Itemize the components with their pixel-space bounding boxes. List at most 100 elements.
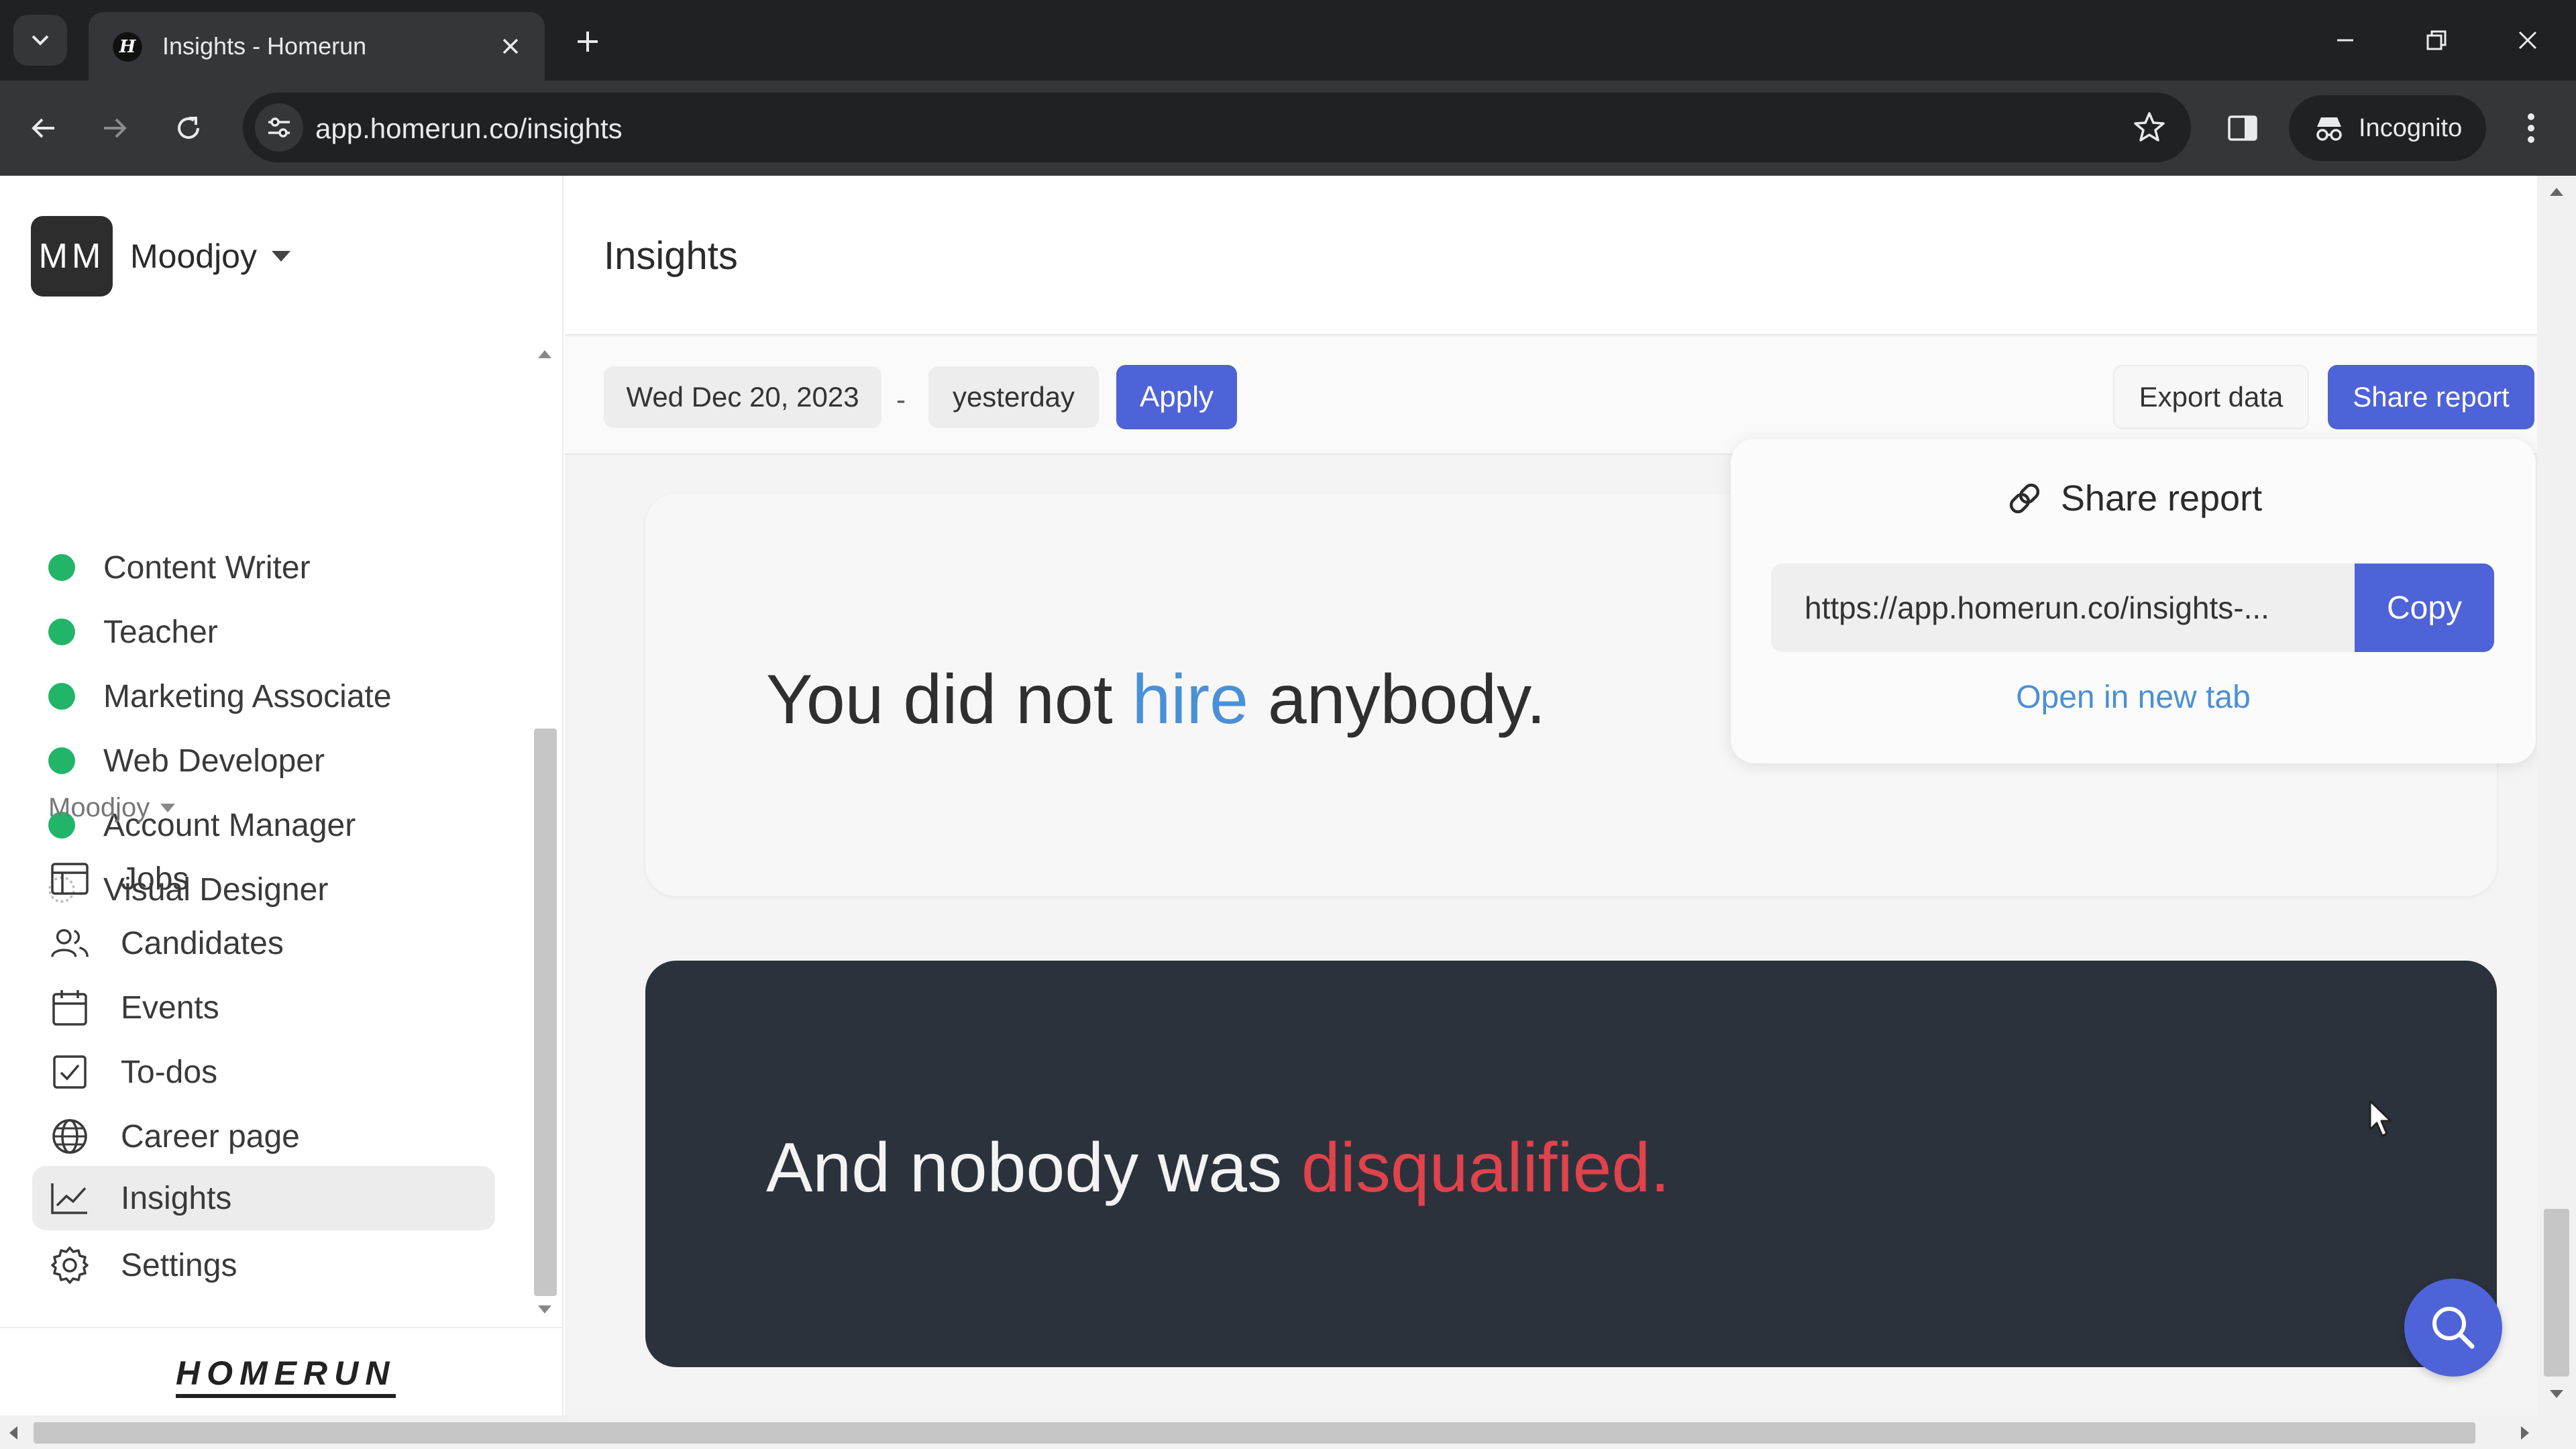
side-panel-button[interactable]: [2220, 106, 2265, 150]
browser-tab[interactable]: H Insights - Homerun: [89, 12, 545, 80]
page-horizontal-scrollbar[interactable]: [0, 1415, 2576, 1449]
tab-close-button[interactable]: [494, 30, 527, 63]
nav-item-candidates[interactable]: Candidates: [32, 911, 495, 975]
site-info-button[interactable]: [255, 103, 303, 152]
apply-button[interactable]: Apply: [1116, 365, 1237, 429]
status-dot-icon: [48, 683, 75, 710]
help-search-button[interactable]: [2404, 1279, 2502, 1377]
incognito-icon: [2316, 117, 2342, 141]
page-scroll-thumb[interactable]: [2544, 1209, 2569, 1377]
share-report-popover: Share report https://app.homerun.co/insi…: [1731, 439, 2536, 763]
sidebar-footer: HOMERUN: [0, 1327, 562, 1415]
job-item-content-writer[interactable]: Content Writer: [48, 547, 311, 588]
link-icon: [2009, 483, 2040, 514]
restore-button[interactable]: [2416, 20, 2457, 60]
scroll-up-icon[interactable]: [2550, 188, 2563, 196]
reload-icon: [178, 117, 199, 139]
job-label: Teacher: [103, 614, 218, 650]
nav-item-insights[interactable]: Insights: [32, 1166, 495, 1230]
job-label: Marketing Associate: [103, 678, 392, 714]
page-vertical-scrollbar[interactable]: [2537, 176, 2576, 1415]
nav-label: Jobs: [121, 861, 189, 897]
nav-item-settings[interactable]: Settings: [32, 1233, 495, 1297]
address-bar[interactable]: app.homerun.co/insights: [243, 93, 2191, 162]
gear-icon: [50, 1245, 90, 1285]
workspace-section-toggle[interactable]: Moodjoy: [48, 793, 176, 823]
url-text[interactable]: app.homerun.co/insights: [315, 113, 623, 145]
arrow-left-icon: [32, 118, 54, 138]
search-icon: [2432, 1307, 2475, 1349]
scroll-down-icon[interactable]: [538, 1305, 551, 1313]
scroll-down-icon[interactable]: [2550, 1390, 2563, 1398]
copy-link-button[interactable]: Copy: [2355, 564, 2494, 652]
sidebar: MM Moodjoy Content Writer Teacher Market…: [0, 176, 564, 1415]
scroll-left-icon[interactable]: [9, 1426, 17, 1440]
nav-item-events[interactable]: Events: [32, 975, 495, 1040]
export-data-button[interactable]: Export data: [2113, 365, 2309, 429]
window-close-button[interactable]: [2508, 20, 2548, 60]
page-header: Insights: [565, 176, 2537, 335]
sidebar-scroll-thumb[interactable]: [534, 729, 557, 1296]
end-date-picker[interactable]: yesterday: [928, 366, 1099, 428]
bookmark-button[interactable]: [2131, 109, 2168, 146]
caret-down-icon: [160, 804, 176, 812]
job-label: Web Developer: [103, 743, 325, 779]
caret-down-icon: [272, 251, 290, 262]
start-date-picker[interactable]: Wed Dec 20, 2023: [604, 366, 881, 428]
job-item-teacher[interactable]: Teacher: [48, 612, 218, 652]
horizontal-scroll-thumb[interactable]: [34, 1422, 2475, 1444]
nav-item-todos[interactable]: To-dos: [32, 1040, 495, 1104]
job-item-web-developer[interactable]: Web Developer: [48, 741, 325, 781]
job-label: Content Writer: [103, 549, 311, 586]
scroll-right-icon[interactable]: [2521, 1426, 2529, 1440]
share-link-field[interactable]: https://app.homerun.co/insights-...: [1771, 564, 2355, 652]
disqualified-insight-card: And nobody was disqualified.: [645, 961, 2497, 1367]
checkbox-icon: [50, 1052, 90, 1092]
globe-icon: [50, 1116, 90, 1157]
tab-title: Insights - Homerun: [162, 32, 367, 60]
job-item-marketing-associate[interactable]: Marketing Associate: [48, 676, 392, 716]
workspace-avatar: MM: [31, 216, 113, 297]
main-content: Insights Wed Dec 20, 2023 - yesterday Ap…: [565, 176, 2537, 1415]
nav-label: Events: [121, 989, 219, 1026]
minimize-button[interactable]: [2325, 20, 2365, 60]
popover-title-text: Share report: [2060, 478, 2263, 519]
disqualified-prefix: And nobody was: [766, 1129, 1301, 1207]
jobs-icon: [50, 859, 90, 899]
date-filter-bar: Wed Dec 20, 2023 - yesterday Apply Expor…: [565, 337, 2537, 455]
minimize-icon: [2337, 39, 2353, 42]
hire-highlight: hire: [1132, 661, 1248, 739]
browser-menu-button[interactable]: [2509, 106, 2553, 150]
hire-insight-text: You did not hire anybody.: [766, 660, 1546, 740]
nav-label: Settings: [121, 1247, 237, 1283]
restore-icon: [2426, 30, 2447, 50]
nav-item-career-page[interactable]: Career page: [32, 1104, 495, 1169]
share-report-button[interactable]: Share report: [2328, 365, 2534, 429]
homerun-favicon-icon: H: [113, 32, 142, 62]
status-dot-icon: [48, 747, 75, 774]
reload-button[interactable]: [165, 105, 212, 152]
nav-item-jobs[interactable]: Jobs: [32, 847, 495, 911]
nav-label: Insights: [121, 1180, 232, 1216]
tab-search-button[interactable]: [13, 15, 67, 66]
incognito-indicator[interactable]: Incognito: [2289, 95, 2486, 161]
browser-tab-strip: H Insights - Homerun: [0, 0, 2576, 80]
new-tab-button[interactable]: [568, 21, 608, 62]
homerun-logo: HOMERUN: [176, 1354, 396, 1398]
page-title: Insights: [604, 234, 738, 278]
nav-label: Candidates: [121, 925, 284, 961]
date-separator: -: [896, 384, 906, 415]
mouse-cursor-icon: [2368, 1099, 2395, 1139]
forward-button[interactable]: [91, 105, 138, 152]
candidates-icon: [50, 923, 90, 963]
arrow-right-icon: [104, 118, 127, 138]
back-button[interactable]: [20, 105, 67, 152]
workspace-switcher[interactable]: MM Moodjoy: [31, 216, 290, 297]
status-dot-icon: [48, 619, 75, 645]
star-icon: [2134, 112, 2165, 142]
browser-toolbar: app.homerun.co/insights Incognito: [0, 80, 2576, 176]
plus-icon: [578, 32, 598, 52]
open-in-new-tab-link[interactable]: Open in new tab: [1731, 679, 2536, 716]
scroll-up-icon[interactable]: [538, 350, 551, 358]
chevron-down-icon: [32, 35, 49, 46]
